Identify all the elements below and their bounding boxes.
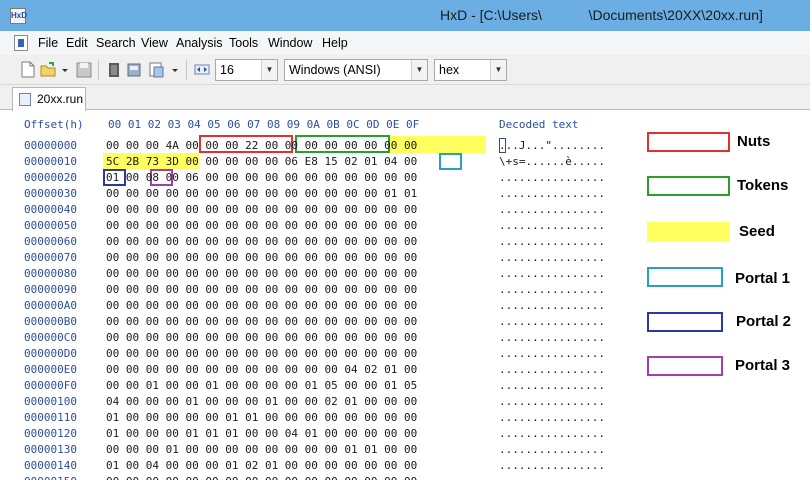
hex-data-column[interactable]: 00 00 00 4A 00 00 00 22 00 00 00 00 00 0… [106,138,417,480]
chevron-down-icon[interactable]: ▼ [411,60,427,80]
save-icon[interactable] [76,61,92,78]
charset-select[interactable]: Windows (ANSI) ▼ [284,59,428,81]
legend-label-tokens: Tokens [737,177,789,194]
menu-help[interactable]: Help [322,36,348,50]
menu-analysis[interactable]: Analysis [176,36,223,50]
charset-value: Windows (ANSI) [289,63,381,77]
legend-swatch-nuts [647,132,730,152]
tab-strip: 20xx.run [0,85,810,111]
legend-label-portal-3: Portal 3 [735,357,791,374]
legend-swatch-seed [647,222,730,242]
bytes-per-row-icon [194,61,210,78]
bytes-per-row-value: 16 [220,63,234,77]
menu-window[interactable]: Window [268,36,312,50]
file-icon [19,93,31,106]
decoded-text-header: Decoded text [499,118,579,131]
ram-editor-icon[interactable] [106,61,122,78]
hxd-app-icon[interactable]: HxD [10,8,27,24]
open-dropdown-icon[interactable] [60,61,70,78]
toolbar-separator [98,60,99,80]
legend-label-portal-2: Portal 2 [736,313,792,330]
legend-swatch-portal-2 [647,312,723,332]
decoded-text-column[interactable]: ...J..."........ \+s=......è..... ......… [499,138,605,480]
toolbar-separator [186,60,187,80]
offset-base-value: hex [439,63,460,77]
title-bar: HxD HxD - [C:\Users\ \Documents\20XX\20x… [0,0,810,31]
chevron-down-icon[interactable]: ▼ [261,60,277,80]
portal-1-box [439,153,462,170]
offset-header: Offset(h) [24,118,84,131]
tab-label: 20xx.run [37,92,84,106]
document-icon[interactable] [14,35,28,51]
menu-edit[interactable]: Edit [66,36,88,50]
menu-tools[interactable]: Tools [229,36,258,50]
menu-file[interactable]: File [38,36,58,50]
tools-dropdown-icon[interactable] [170,61,180,78]
menu-bar: File Edit Search View Analysis Tools Win… [0,31,810,55]
window-title: HxD - [C:\Users\ \Documents\20XX\20xx.ru… [440,7,763,23]
legend-swatch-portal-3 [647,356,723,376]
legend-label-seed: Seed [739,223,775,240]
menu-search[interactable]: Search [96,36,136,50]
hex-editor[interactable]: Offset(h) 00 01 02 03 04 05 06 07 08 09 … [0,111,810,480]
legend-swatch-portal-1 [647,267,723,287]
new-file-icon[interactable] [20,61,36,78]
bytes-per-row-select[interactable]: 16 ▼ [215,59,278,81]
tab-20xx-run[interactable]: 20xx.run [12,87,86,111]
legend-swatch-tokens [647,176,730,196]
menu-view[interactable]: View [141,36,168,50]
toolbar: 16 ▼ Windows (ANSI) ▼ hex ▼ [0,55,810,85]
open-folder-icon[interactable] [40,61,56,78]
legend-label-portal-1: Portal 1 [735,270,791,287]
column-header: 00 01 02 03 04 05 06 07 08 09 0A 0B 0C 0… [108,118,420,131]
disk-editor-icon[interactable] [126,61,142,78]
chevron-down-icon[interactable]: ▼ [490,60,506,80]
checksum-icon[interactable] [148,61,164,78]
offset-base-select[interactable]: hex ▼ [434,59,507,81]
legend-label-nuts: Nuts [737,133,771,150]
offset-column: 00000000 00000010 00000020 00000030 0000… [24,139,77,480]
